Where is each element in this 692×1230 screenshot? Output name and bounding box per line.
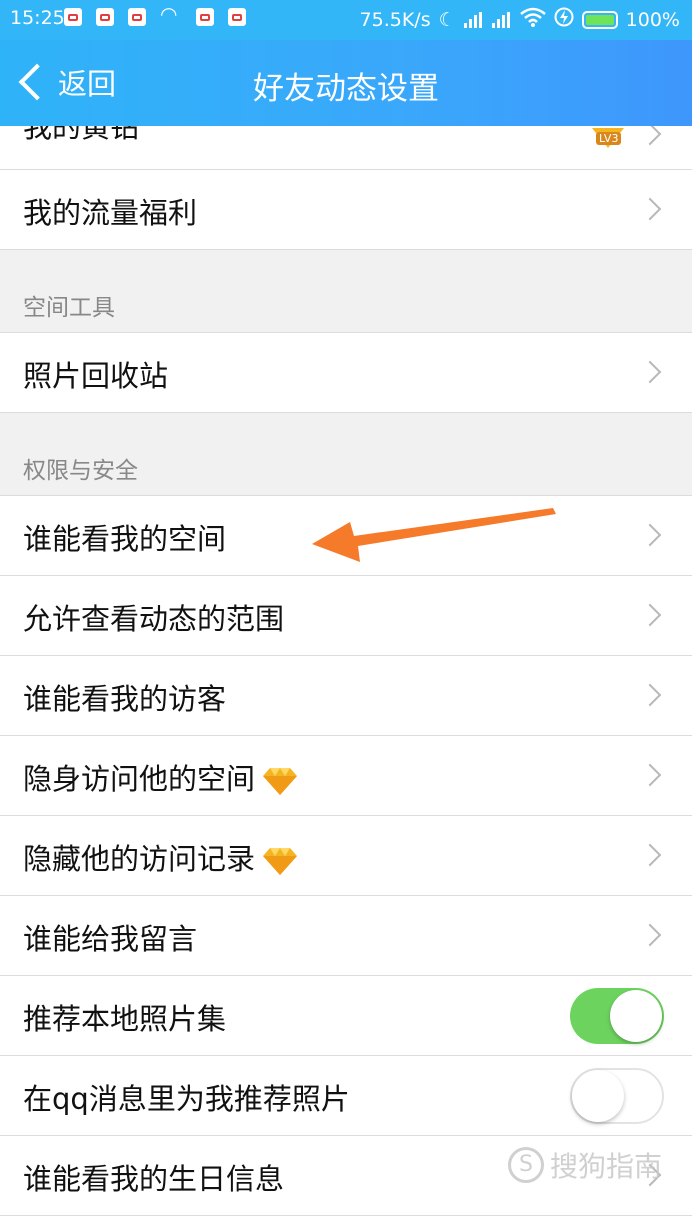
list-item-who-can-see-visitors[interactable]: 谁能看我的访客	[0, 656, 692, 736]
list-item-invisible-visit[interactable]: 隐身访问他的空间	[0, 736, 692, 816]
list-item-flow-welfare[interactable]: 我的流量福利	[0, 170, 692, 250]
list-item-feed-range[interactable]: 允许查看动态的范围	[0, 576, 692, 656]
list-item-photo-recycle[interactable]: 照片回收站	[0, 333, 692, 413]
app-notification-icon	[228, 8, 246, 26]
list-item-yellow-diamond[interactable]: 我的黄钻 LV3	[0, 126, 692, 170]
status-bar: 15:25 75.5K/s ☾ 100%	[0, 0, 692, 40]
signal-icon	[491, 11, 512, 28]
section-header-privacy: 权限与安全	[0, 413, 692, 496]
settings-list: 我的黄钻 LV3 我的流量福利 空间工具 照片回收站 权限与安全 谁能看我的空间…	[0, 126, 692, 1216]
level-badge: LV3	[596, 132, 622, 145]
list-item-text: 隐藏他的访问记录	[23, 842, 256, 876]
list-item-label: 我的黄钻	[23, 126, 140, 144]
network-speed: 75.5K/s	[359, 8, 431, 31]
list-item-label: 我的流量福利	[23, 196, 198, 230]
hotspot-icon	[160, 2, 182, 26]
chevron-right-icon	[638, 603, 662, 627]
section-header-tools: 空间工具	[0, 250, 692, 333]
list-item-recommend-in-qq: 在qq消息里为我推荐照片	[0, 1056, 692, 1136]
section-label: 空间工具	[23, 295, 115, 321]
chevron-right-icon	[638, 126, 662, 146]
battery-icon	[581, 10, 618, 29]
status-time: 15:25	[10, 7, 65, 29]
list-item-recommend-local-photos: 推荐本地照片集	[0, 976, 692, 1056]
chevron-right-icon	[638, 197, 662, 221]
wifi-icon	[519, 7, 546, 32]
app-notification-icon	[196, 8, 214, 26]
page-title: 好友动态设置	[253, 71, 439, 107]
recommend-local-photos-toggle[interactable]	[570, 988, 664, 1044]
section-label: 权限与安全	[23, 458, 138, 484]
app-notification-icon	[64, 8, 82, 26]
chevron-right-icon	[638, 360, 662, 384]
list-item-label: 隐藏他的访问记录	[23, 836, 299, 878]
list-item-label: 谁能看我的访客	[23, 682, 227, 716]
chevron-right-icon	[638, 763, 662, 787]
list-item-label: 推荐本地照片集	[23, 1002, 227, 1036]
list-item-label: 谁能看我的生日信息	[23, 1162, 285, 1196]
notification-icons	[64, 2, 260, 26]
chevron-right-icon	[638, 843, 662, 867]
sogou-logo-icon: S	[507, 1147, 544, 1183]
charging-icon	[554, 7, 574, 32]
list-item-who-can-comment[interactable]: 谁能给我留言	[0, 896, 692, 976]
chevron-right-icon	[638, 923, 662, 947]
moon-icon: ☾	[438, 8, 456, 31]
list-item-label: 隐身访问他的空间	[23, 756, 299, 798]
list-item-label: 谁能看我的空间	[23, 522, 227, 556]
list-item-label: 在qq消息里为我推荐照片	[23, 1082, 350, 1116]
diamond-icon	[263, 768, 298, 795]
toggle-knob	[610, 990, 662, 1042]
nav-bar: 返回 好友动态设置	[0, 40, 692, 126]
diamond-badge-icon: LV3	[586, 128, 630, 150]
list-item-label: 谁能给我留言	[23, 922, 198, 956]
battery-percent: 100%	[625, 8, 680, 31]
chevron-right-icon	[638, 523, 662, 547]
list-item-label: 允许查看动态的范围	[23, 602, 285, 636]
chevron-right-icon	[638, 683, 662, 707]
list-item-text: 隐身访问他的空间	[23, 762, 256, 796]
app-notification-icon	[96, 8, 114, 26]
watermark-text: 搜狗指南	[549, 1150, 662, 1183]
list-item-hide-visit-record[interactable]: 隐藏他的访问记录	[0, 816, 692, 896]
signal-icon	[463, 11, 484, 28]
annotation-arrow-icon	[312, 508, 556, 562]
app-notification-icon	[128, 8, 146, 26]
status-right: 75.5K/s ☾ 100%	[352, 7, 680, 32]
watermark: S 搜狗指南	[507, 1145, 662, 1185]
recommend-in-qq-toggle[interactable]	[570, 1068, 664, 1124]
list-item-label: 照片回收站	[23, 359, 169, 393]
diamond-icon	[263, 848, 298, 875]
toggle-knob	[572, 1070, 624, 1122]
